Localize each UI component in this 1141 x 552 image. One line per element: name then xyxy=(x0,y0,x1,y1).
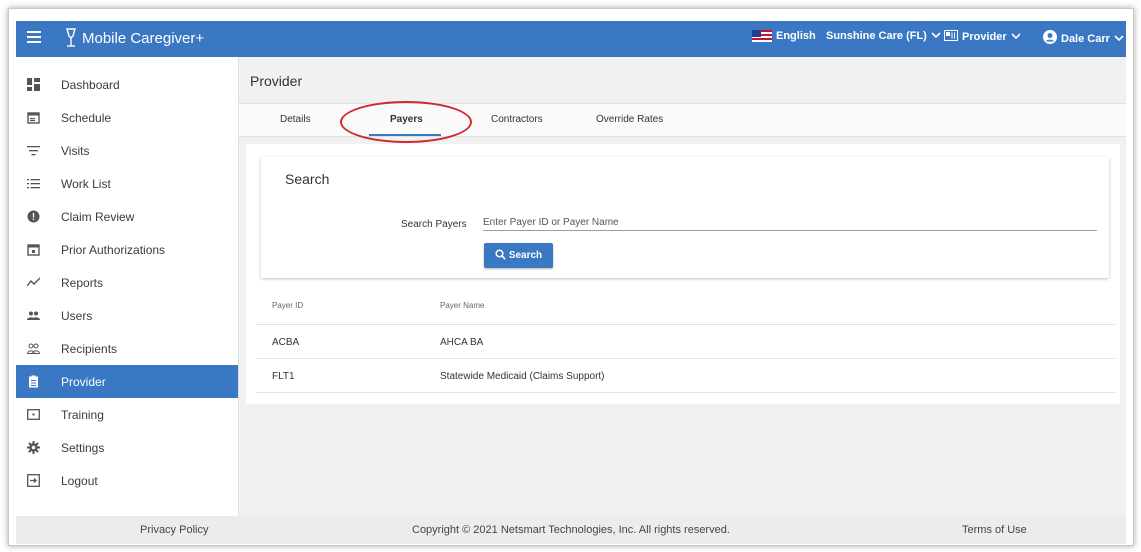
trend-icon xyxy=(26,276,41,289)
filter-icon xyxy=(27,144,40,157)
sidebar-item-label: Schedule xyxy=(61,111,112,125)
copyright-text: Copyright © 2021 Netsmart Technologies, … xyxy=(412,524,730,536)
menu-icon[interactable] xyxy=(27,31,41,43)
sidebar-item-schedule[interactable]: Schedule xyxy=(16,101,238,134)
payer-name-cell: AHCA BA xyxy=(440,337,484,348)
column-header-payer-id[interactable]: Payer ID xyxy=(272,301,303,310)
search-card: Search Search Payers Search xyxy=(261,157,1109,278)
sidebar-item-label: Recipients xyxy=(61,342,118,356)
sidebar-item-users[interactable]: Users xyxy=(16,299,238,332)
search-button-label: Search xyxy=(508,250,543,261)
clipboard-icon xyxy=(27,375,40,388)
tab-override-rates[interactable]: Override Rates xyxy=(596,114,663,125)
sidebar-item-label: Logout xyxy=(61,474,98,488)
table-row[interactable]: ACBA AHCA BA xyxy=(256,325,1115,359)
sidebar-item-label: Visits xyxy=(61,144,90,158)
tab-details[interactable]: Details xyxy=(280,114,311,125)
search-button[interactable]: Search xyxy=(484,243,553,268)
top-bar: Mobile Caregiver+ English Sunshine Care … xyxy=(16,21,1126,57)
search-input[interactable] xyxy=(483,214,1097,231)
agency-selector[interactable]: Sunshine Care (FL) xyxy=(826,30,941,42)
sidebar-item-work-list[interactable]: Work List xyxy=(16,167,238,200)
alert-icon xyxy=(27,210,40,223)
logout-icon xyxy=(27,474,40,487)
sidebar-item-recipients[interactable]: Recipients xyxy=(16,332,238,365)
dashboard-icon xyxy=(27,78,40,91)
sidebar-item-label: Reports xyxy=(61,276,104,290)
chevron-down-icon xyxy=(1011,31,1021,43)
table-row[interactable]: FLT1 Statewide Medicaid (Claims Support) xyxy=(256,359,1115,393)
payer-name-cell: Statewide Medicaid (Claims Support) xyxy=(440,371,605,382)
payer-id-cell: ACBA xyxy=(272,337,300,348)
page-title: Provider xyxy=(250,73,303,89)
sidebar-item-reports[interactable]: Reports xyxy=(16,266,238,299)
app-title: Mobile Caregiver+ xyxy=(82,30,205,47)
terms-of-use-link[interactable]: Terms of Use xyxy=(962,524,1027,536)
column-header-payer-name[interactable]: Payer Name xyxy=(440,301,484,310)
search-icon xyxy=(495,248,506,263)
role-label: Provider xyxy=(962,31,1007,43)
tab-contractors[interactable]: Contractors xyxy=(491,114,543,125)
sidebar-item-logout[interactable]: Logout xyxy=(16,464,238,497)
user-name: Dale Carr xyxy=(1061,32,1110,45)
chevron-down-icon xyxy=(1114,33,1124,45)
sidebar-item-label: Claim Review xyxy=(61,210,135,224)
app-logo-icon xyxy=(64,27,78,49)
sidebar-item-label: Provider xyxy=(61,375,106,389)
annotation-circle xyxy=(340,101,472,143)
language-selector[interactable]: English xyxy=(752,30,816,42)
sidebar-item-label: Dashboard xyxy=(61,78,120,92)
us-flag-icon xyxy=(752,30,772,42)
account-circle-icon xyxy=(1043,30,1057,47)
list-icon xyxy=(27,177,40,190)
calendar-icon xyxy=(27,111,40,124)
language-label: English xyxy=(776,30,816,42)
group-icon xyxy=(27,309,40,322)
search-payers-label: Search Payers xyxy=(401,219,467,230)
role-selector[interactable]: Provider xyxy=(944,30,1021,44)
sidebar-item-claim-review[interactable]: Claim Review xyxy=(16,200,238,233)
page-header: Provider xyxy=(239,57,1126,104)
footer: Privacy Policy Copyright © 2021 Netsmart… xyxy=(16,516,1126,544)
sidebar-item-label: Training xyxy=(61,408,104,422)
privacy-policy-link[interactable]: Privacy Policy xyxy=(140,524,208,536)
sidebar: Dashboard Schedule Visits Work List Clai… xyxy=(16,57,239,516)
search-heading: Search xyxy=(285,171,330,187)
sidebar-item-settings[interactable]: Settings xyxy=(16,431,238,464)
sidebar-item-training[interactable]: Training xyxy=(16,398,238,431)
people-outline-icon xyxy=(26,342,41,355)
sidebar-item-label: Work List xyxy=(61,177,111,191)
sidebar-item-dashboard[interactable]: Dashboard xyxy=(16,68,238,101)
sidebar-item-prior-authorizations[interactable]: Prior Authorizations xyxy=(16,233,238,266)
sidebar-item-visits[interactable]: Visits xyxy=(16,134,238,167)
agency-label: Sunshine Care (FL) xyxy=(826,30,927,42)
table-header: Payer ID Payer Name xyxy=(256,290,1115,325)
payer-id-cell: FLT1 xyxy=(272,371,295,382)
gear-icon xyxy=(27,441,40,454)
chevron-down-icon xyxy=(931,30,941,42)
sidebar-item-label: Settings xyxy=(61,441,105,455)
video-icon xyxy=(27,408,40,421)
calendar-check-icon xyxy=(27,243,40,256)
user-menu[interactable]: Dale Carr xyxy=(1043,30,1124,47)
sidebar-item-provider[interactable]: Provider xyxy=(16,365,238,398)
sidebar-item-label: Prior Authorizations xyxy=(61,243,166,257)
id-card-icon xyxy=(944,30,958,44)
sidebar-item-label: Users xyxy=(61,309,93,323)
